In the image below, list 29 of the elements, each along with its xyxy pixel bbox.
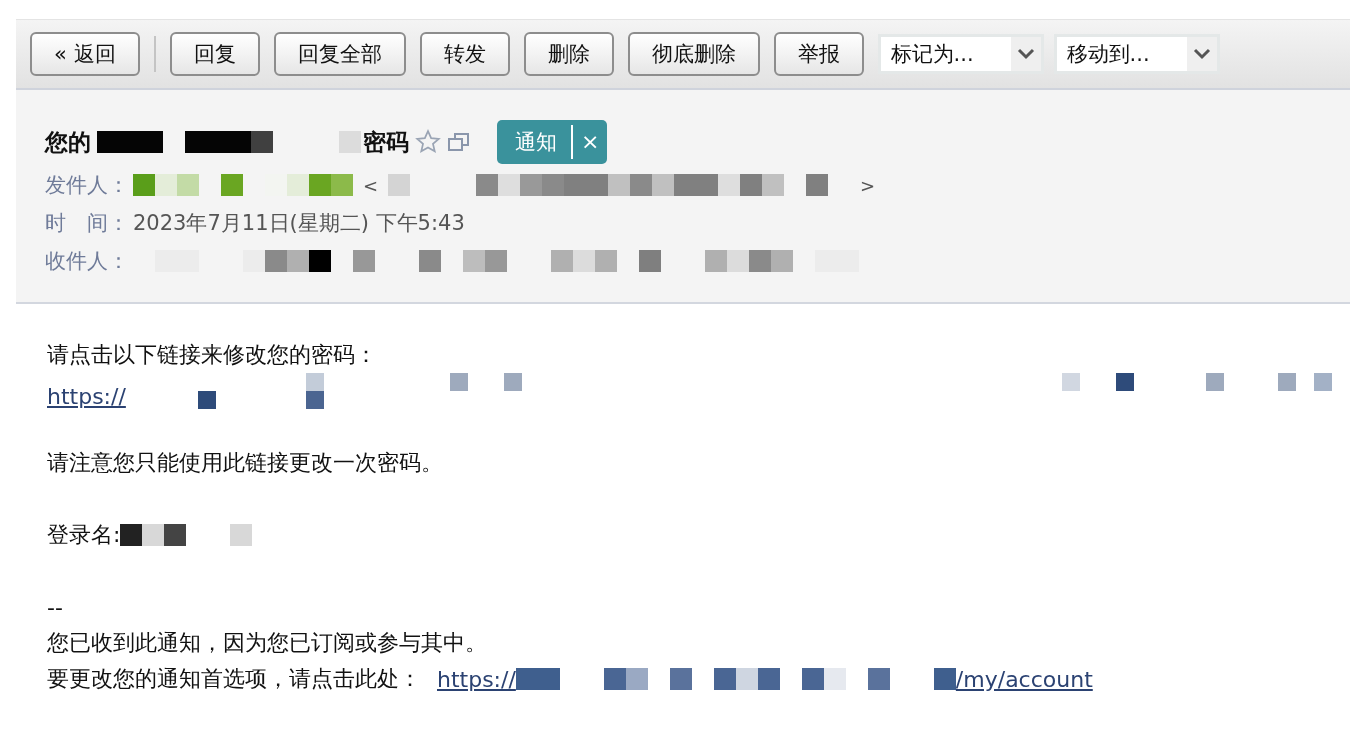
- body-text: 您已收到此通知，因为您已订阅或参与其中。: [47, 629, 488, 657]
- angle-bracket: <: [363, 174, 379, 196]
- close-button[interactable]: ×: [573, 125, 608, 159]
- signature-dashes: --: [47, 593, 64, 622]
- date-text: 2023年7月11日(星期二) 下午5:43: [133, 210, 465, 237]
- field-label: 发件人：: [45, 172, 129, 199]
- body-text: 请点击以下链接来修改您的密码：: [47, 341, 378, 369]
- back-button[interactable]: « 返回: [30, 32, 140, 76]
- link[interactable]: https://: [47, 384, 126, 409]
- tag-chip[interactable]: 通知 ×: [497, 120, 608, 164]
- field-label: 收件人：: [45, 248, 129, 275]
- toolbar-button[interactable]: 举报: [773, 32, 864, 76]
- toolbar-button[interactable]: 删除: [523, 32, 614, 76]
- dropdown[interactable]: 标记为...: [877, 34, 1044, 74]
- subject-text: 密码: [363, 127, 409, 157]
- angle-bracket: >: [860, 174, 876, 196]
- toolbar-button[interactable]: 回复全部: [273, 32, 406, 76]
- field-label: 登录名:: [47, 521, 121, 549]
- field-label: 时 间：: [45, 210, 129, 237]
- link[interactable]: https://: [437, 666, 516, 692]
- body-text: 要更改您的通知首选项，请点击此处：: [47, 665, 421, 693]
- subject-text: 您的: [45, 127, 91, 157]
- link[interactable]: /my/account: [955, 666, 1093, 692]
- tag-label: 通知: [497, 125, 573, 159]
- toolbar-button[interactable]: 彻底删除: [627, 32, 760, 76]
- body-text: 请注意您只能使用此链接更改一次密码。: [47, 449, 444, 477]
- dropdown[interactable]: 移动到...: [1053, 34, 1220, 74]
- toolbar-button[interactable]: 转发: [419, 32, 510, 76]
- toolbar-button[interactable]: 回复: [169, 32, 260, 76]
